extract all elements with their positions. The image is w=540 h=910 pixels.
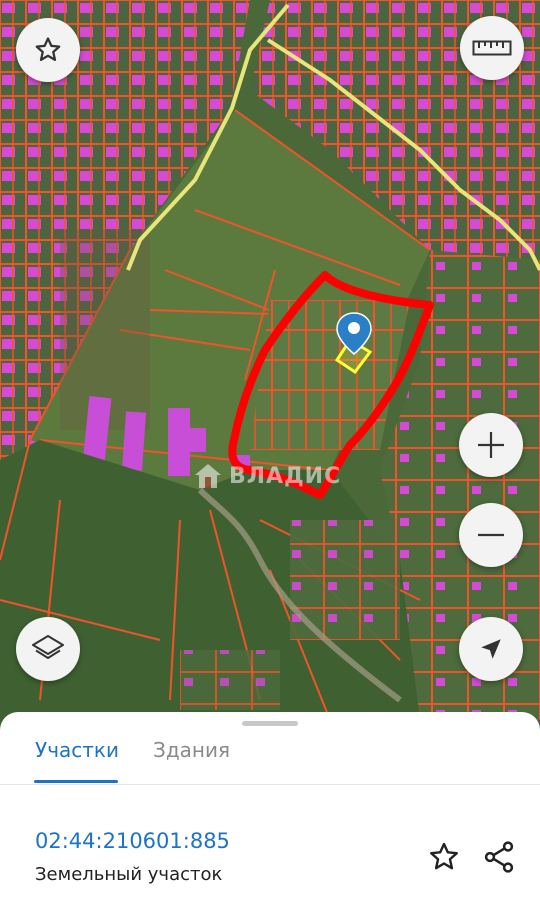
- share-icon: [484, 841, 514, 873]
- star-outline-icon: [35, 37, 61, 61]
- tab-plots[interactable]: Участки: [35, 738, 119, 762]
- ruler-button[interactable]: [460, 16, 524, 80]
- divider: [0, 784, 540, 785]
- tab-buildings[interactable]: Здания: [153, 738, 230, 762]
- locate-button[interactable]: [459, 617, 523, 681]
- watermark-text: ВЛАДИС: [229, 463, 342, 489]
- cadastral-number-link[interactable]: 02:44:210601:885: [35, 829, 230, 853]
- navigation-arrow-icon: [481, 639, 501, 659]
- share-button[interactable]: [481, 839, 517, 879]
- bottom-sheet: Участки Здания 02:44:210601:885 Земельны…: [0, 712, 540, 910]
- house-logo-icon: [195, 464, 221, 488]
- ruler-icon: [472, 40, 512, 56]
- layers-icon: [32, 635, 64, 659]
- map-view[interactable]: ВЛАДИС: [0, 0, 540, 740]
- favorite-button[interactable]: [16, 18, 80, 82]
- plot-type-label: Земельный участок: [35, 864, 223, 885]
- active-tab-indicator: [34, 780, 118, 783]
- minus-icon: [478, 533, 504, 537]
- layers-button[interactable]: [16, 617, 80, 681]
- zoom-out-button[interactable]: [459, 503, 523, 567]
- zoom-in-button[interactable]: [459, 413, 523, 477]
- star-outline-icon: [430, 842, 458, 870]
- watermark: ВЛАДИС: [193, 461, 341, 491]
- favorite-plot-button[interactable]: [426, 840, 462, 878]
- plus-icon: [478, 432, 504, 458]
- sheet-drag-handle[interactable]: [242, 721, 298, 726]
- satellite-map[interactable]: [0, 0, 540, 740]
- sheet-tabs: Участки Здания: [0, 732, 540, 784]
